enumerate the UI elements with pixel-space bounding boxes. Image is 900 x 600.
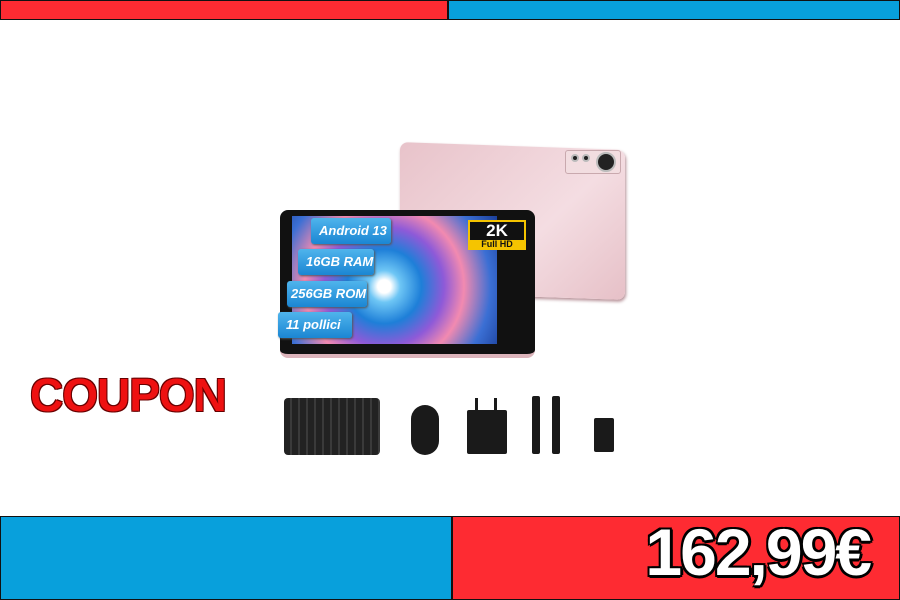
- badge-sub: Full HD: [470, 240, 524, 249]
- top-red-band: [0, 0, 448, 20]
- otg-adapter-icon: [594, 418, 614, 452]
- spec-ram: 16GB RAM: [298, 249, 374, 275]
- badge-main: 2K: [486, 221, 508, 240]
- coupon-label: COUPON: [30, 369, 227, 421]
- spec-size: 11 pollici: [278, 312, 352, 338]
- keyboard-icon: [284, 398, 380, 455]
- top-blue-band: [448, 0, 900, 20]
- spec-android: Android 13: [311, 218, 391, 244]
- charger-pin: [494, 398, 497, 410]
- charger-pin: [475, 398, 478, 410]
- usb-cable-icon: [532, 396, 540, 454]
- camera-icon: [565, 150, 621, 174]
- charger-icon: [467, 410, 507, 454]
- spec-rom: 256GB ROM: [287, 281, 367, 307]
- bottom-blue-band: [0, 516, 452, 600]
- price: 162,99€: [645, 515, 872, 589]
- mouse-icon: [411, 405, 439, 455]
- usb-cable-end: [552, 396, 560, 454]
- 2k-badge: 2K Full HD: [468, 220, 526, 250]
